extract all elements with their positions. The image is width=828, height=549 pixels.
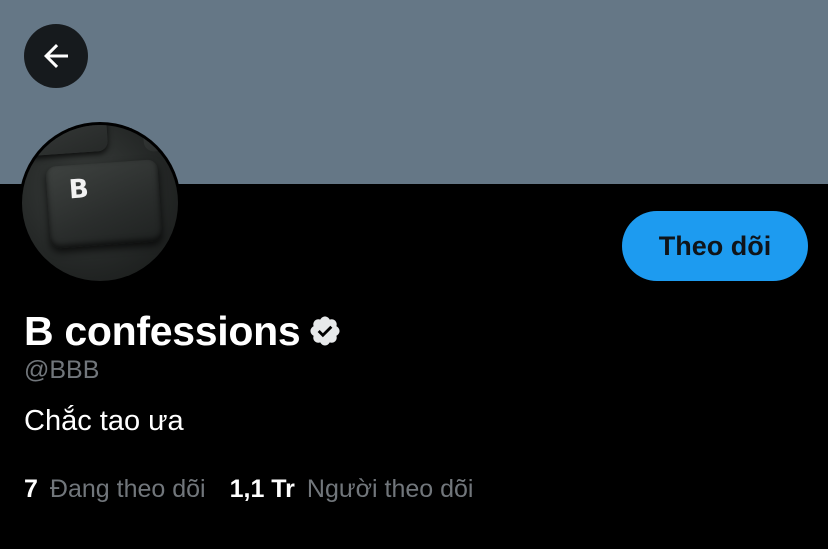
follow-button-label: Theo dõi [658,230,772,261]
avatar[interactable]: B [19,122,181,284]
display-name: B confessions [24,307,301,354]
follow-button[interactable]: Theo dõi [622,211,808,281]
profile-handle: @BBB [24,356,100,384]
profile-name-row: B confessions [24,306,342,356]
arrow-left-icon [44,44,68,68]
keyboard-key-graphic: B [22,125,178,249]
followers-count: 1,1 Tr [229,475,295,503]
following-label: Đang theo dõi [49,475,206,503]
profile-stats: 7 Đang theo dõi 1,1 Tr Người theo dõi [24,475,473,504]
profile-bio: Chắc tao ưa [24,405,184,437]
verified-badge-icon[interactable] [308,314,342,348]
avatar-image: B [22,125,178,281]
followers-label: Người theo dõi [306,475,474,503]
followers-stat[interactable]: 1,1 Tr Người theo dõi [230,475,474,504]
back-button[interactable] [24,24,88,88]
following-count: 7 [24,475,38,503]
following-stat[interactable]: 7 Đang theo dõi [24,475,206,504]
avatar-key-letter: B [67,174,90,206]
